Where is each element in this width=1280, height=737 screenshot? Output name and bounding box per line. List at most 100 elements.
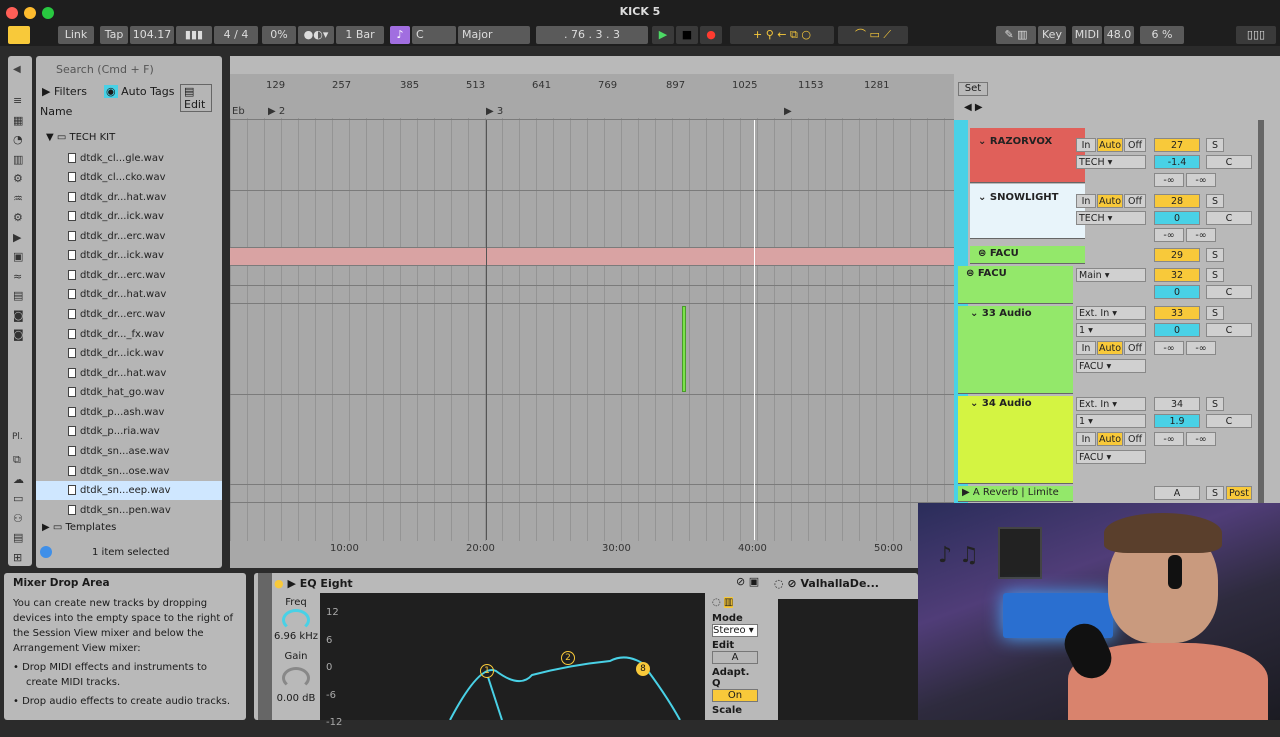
list-item[interactable]: dtdk_hat_go.wav	[36, 383, 222, 402]
center-button[interactable]: C	[1206, 211, 1252, 225]
monitor-off-button[interactable]: Off	[1124, 194, 1146, 208]
volume-field[interactable]: -∞	[1154, 228, 1184, 242]
mode-dropdown[interactable]: Stereo ▾	[712, 624, 758, 637]
time-ruler[interactable]: 10:00 20:00 30:00 40:00 50:00	[230, 541, 954, 557]
eq-view-icons[interactable]: ◌ ▥	[712, 597, 760, 611]
freq-knob[interactable]	[282, 609, 310, 631]
monitor-auto-button[interactable]: Auto	[1097, 432, 1123, 446]
list-item[interactable]: dtdk_dr...erc.wav	[36, 227, 222, 246]
input-channel-dropdown[interactable]: 1 ▾	[1076, 414, 1146, 428]
list-item[interactable]: dtdk_sn...pen.wav	[36, 501, 222, 520]
list-item[interactable]: dtdk_dr...ick.wav	[36, 246, 222, 265]
list-item[interactable]: dtdk_sn...ase.wav	[36, 442, 222, 461]
track-activator[interactable]: 29	[1154, 248, 1200, 262]
volume-field[interactable]: -∞	[1186, 432, 1216, 446]
device-header-icons[interactable]: ⊘ ▣	[736, 575, 759, 588]
list-item[interactable]: dtdk_dr...erc.wav	[36, 305, 222, 324]
monitor-auto-button[interactable]: Auto	[1097, 138, 1123, 152]
pan-field[interactable]: -1.4	[1154, 155, 1200, 169]
auto-tags-toggle[interactable]: ◉ Auto Tags	[104, 85, 175, 98]
metronome-toggle[interactable]: ●◐▾	[298, 26, 334, 44]
valhalla-display[interactable]	[778, 599, 918, 720]
track-activator[interactable]: 28	[1154, 194, 1200, 208]
track-output-dropdown[interactable]: Main ▾	[1076, 268, 1146, 282]
beat-time-ruler[interactable]: 129 257 385 513 641 769 897 1025 1153 12…	[230, 80, 954, 94]
list-item[interactable]: dtdk_dr...ick.wav	[36, 344, 222, 363]
list-item[interactable]: dtdk_dr...hat.wav	[36, 364, 222, 383]
monitor-in-button[interactable]: In	[1076, 432, 1096, 446]
solo-button[interactable]: S	[1206, 248, 1224, 262]
input-type-dropdown[interactable]: Ext. In ▾	[1076, 397, 1146, 411]
collapse-browser-icon[interactable]: ◀	[13, 64, 21, 75]
solo-button[interactable]: S	[1206, 306, 1224, 320]
preview-toggle-icon[interactable]	[40, 546, 52, 558]
track-output-dropdown[interactable]: TECH ▾	[1076, 155, 1146, 169]
volume-field[interactable]: -∞	[1154, 341, 1184, 355]
volume-field[interactable]: -∞	[1186, 173, 1216, 187]
pan-field[interactable]: 1.9	[1154, 414, 1200, 428]
list-item-selected[interactable]: dtdk_sn...eep.wav	[36, 481, 222, 500]
folder-tech-kit[interactable]: ▼ ▭ TECH KIT	[46, 132, 115, 143]
list-item[interactable]: dtdk_cl...gle.wav	[36, 149, 222, 168]
group-track-lane[interactable]	[230, 247, 954, 265]
track-activator[interactable]: 33	[1154, 306, 1200, 320]
browser-search-input[interactable]: Search (Cmd + F)	[36, 60, 222, 80]
overview-bar[interactable]	[230, 56, 954, 74]
adapt-q-toggle[interactable]: On	[712, 689, 758, 702]
set-button[interactable]: Set	[958, 82, 988, 96]
eq-band-8[interactable]: 8	[636, 662, 650, 676]
record-icon[interactable]: ●	[700, 26, 722, 44]
scale-mode-icon[interactable]: ♪	[390, 26, 410, 44]
eq-display[interactable]: 12 6 0 -6 -12 1 2 8	[320, 593, 705, 728]
list-item[interactable]: dtdk_p...ria.wav	[36, 422, 222, 441]
monitor-off-button[interactable]: Off	[1124, 138, 1146, 152]
input-type-dropdown[interactable]: Ext. In ▾	[1076, 306, 1146, 320]
track-facu[interactable]: ⊜ FACU	[958, 266, 1073, 304]
track-output-dropdown[interactable]: TECH ▾	[1076, 211, 1146, 225]
track-activator[interactable]: 27	[1154, 138, 1200, 152]
track-33-audio[interactable]: ⌄ 33 Audio	[958, 306, 1073, 394]
arrangement-view[interactable]: 129 257 385 513 641 769 897 1025 1153 12…	[230, 56, 954, 568]
monitor-in-button[interactable]: In	[1076, 138, 1096, 152]
automation-tools[interactable]: ⌒ ▭ ⟋	[838, 26, 908, 44]
center-button[interactable]: C	[1206, 285, 1252, 299]
midi-map-button[interactable]: MIDI	[1072, 26, 1102, 44]
song-position-field[interactable]: . 76 . 3 . 3	[536, 26, 648, 44]
arrangement-tools[interactable]: + ⚲ ← ⧉ ○	[730, 26, 834, 44]
track-output-dropdown[interactable]: FACU ▾	[1076, 450, 1146, 464]
solo-button[interactable]: S	[1206, 397, 1224, 411]
monitor-in-button[interactable]: In	[1076, 194, 1096, 208]
places-icons[interactable]: ⧉ ☁ ▭ ⚇ ▤ ⊞	[13, 450, 24, 567]
list-item[interactable]: dtdk_sn...ose.wav	[36, 462, 222, 481]
column-header-name[interactable]: Name	[40, 105, 72, 118]
list-item[interactable]: dtdk_dr..._fx.wav	[36, 325, 222, 344]
valhalla-header[interactable]: ◌ ⊘ ValhallaDe...	[774, 577, 879, 590]
track-snowlight[interactable]: ⌄ SNOWLIGHT	[970, 184, 1085, 239]
scroll-arrows[interactable]: ◀ ▶	[964, 102, 983, 113]
track-34-audio[interactable]: ⌄ 34 Audio	[958, 396, 1073, 484]
track-razorvox[interactable]: ⌄ RAZORVOX	[970, 128, 1085, 183]
edit-ab-toggle[interactable]: A	[712, 651, 758, 664]
filters-toggle[interactable]: ▶ Filters	[42, 85, 87, 98]
eq-band-1[interactable]: 1	[480, 664, 494, 678]
post-fader-toggle[interactable]: Post	[1226, 486, 1252, 500]
solo-button[interactable]: S	[1206, 486, 1224, 500]
scale-dropdown[interactable]: Major	[458, 26, 530, 44]
audio-clip[interactable]	[682, 306, 686, 392]
stop-icon[interactable]: ■	[676, 26, 698, 44]
volume-field[interactable]: -∞	[1186, 228, 1216, 242]
tap-tempo-button[interactable]: Tap	[100, 26, 128, 44]
monitor-auto-button[interactable]: Auto	[1097, 194, 1123, 208]
volume-field[interactable]: -∞	[1154, 173, 1184, 187]
list-item[interactable]: dtdk_p...ash.wav	[36, 403, 222, 422]
link-button[interactable]: Link	[58, 26, 94, 44]
key-map-button[interactable]: Key	[1038, 26, 1066, 44]
time-signature-field[interactable]: 4 / 4	[214, 26, 258, 44]
volume-field[interactable]: -∞	[1154, 432, 1184, 446]
monitor-off-button[interactable]: Off	[1124, 432, 1146, 446]
pan-field[interactable]: 0	[1154, 285, 1200, 299]
track-activator[interactable]: A	[1154, 486, 1200, 500]
solo-button[interactable]: S	[1206, 268, 1224, 282]
gain-knob[interactable]	[282, 667, 310, 689]
category-icons[interactable]: ≡ ▦ ◔ ▥ ⚙ ♒ ⚙ ▶ ▣ ≈ ▤ ◙ ◙	[13, 91, 24, 345]
